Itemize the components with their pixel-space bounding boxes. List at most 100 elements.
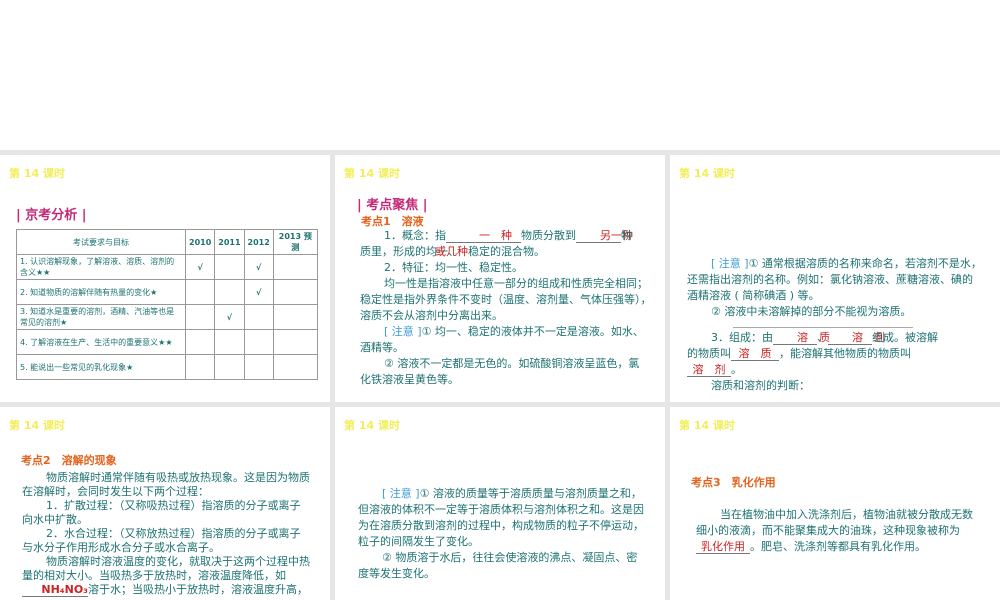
lesson-label: 第 14 课时: [679, 167, 735, 180]
cell: [272, 254, 318, 280]
text: 为在溶质分散到溶剂的过程中，构成物质的粒子不停运动，: [358, 519, 644, 532]
text: 2．特征：均一性、稳定性。: [384, 261, 523, 274]
table-row: 5. 能说出一些常见的乳化现象★: [16, 354, 318, 380]
answer-blank: 溶 质: [773, 332, 830, 345]
text: 。肥皂、洗涤剂等都具有乳化作用。: [750, 540, 926, 553]
note-label: [ 注意 ]: [384, 325, 422, 338]
text: 溶于水；当吸热小于放热时，溶液温度升高，: [88, 583, 308, 596]
text: 与水分子作用形成水合分子或水合离子。: [22, 541, 220, 554]
cell: √: [184, 254, 216, 280]
slide-3[interactable]: 第 14 课时 [ 注意 ]① 通常根据溶质的名称来命名，若溶剂不是水， 还需指…: [670, 155, 1000, 402]
text: 物质溶解时溶液温度的变化，就取决于这两个过程中热: [46, 555, 310, 568]
text: 。: [731, 363, 742, 376]
cell: [184, 279, 216, 305]
text: ① 均一、稳定的液体并不一定是溶液。如水、: [421, 325, 644, 338]
table-row: 4. 了解溶液在生产、生活中的重要意义★★: [16, 329, 318, 355]
slide-2[interactable]: 第 14 课时 | 考点聚焦 | 考点1 溶液 1．概念：指一 种物质分散到 另一…: [335, 155, 665, 402]
text: 粒子的间隔发生了变化。: [358, 535, 479, 548]
text: ② 溶液不一定都是无色的。如硫酸铜溶液呈蓝色，氯: [384, 357, 640, 370]
text: 物质分散到: [521, 229, 576, 242]
header-cell: 2011: [214, 229, 245, 255]
text: 但溶液的体积不一定等于溶质体积与溶剂体积之和。这是因: [358, 503, 644, 516]
blank-area: [0, 0, 1000, 150]
header-cell: 2010: [184, 229, 216, 255]
section-heading: | 考点聚焦 |: [357, 198, 428, 213]
text: 3．组成：由: [711, 331, 773, 344]
lesson-label: 第 14 课时: [9, 419, 65, 432]
answer-text: 或几种: [435, 245, 468, 258]
lesson-label: 第 14 课时: [344, 167, 400, 180]
text: 均一性是指溶液中任意一部分的组成和性质完全相同；: [384, 277, 648, 290]
answer-blank: 另一种: [576, 230, 633, 243]
text: ① 溶液的质量等于溶质质量与溶剂质量之和，: [419, 487, 642, 500]
cell: [272, 354, 318, 380]
text: 在溶解时，会同时发生以下两个过程：: [22, 485, 209, 498]
answer-blank: NH₄NO₃: [22, 584, 88, 597]
cell: 4. 了解溶液在生产、生活中的重要意义★★: [16, 329, 186, 355]
cell: [243, 354, 274, 380]
cell: [272, 279, 318, 305]
topic-heading: 考点2 溶解的现象: [21, 454, 117, 467]
text: 1．概念：指: [384, 229, 446, 242]
cell: √: [243, 254, 274, 280]
lesson-label: 第 14 课时: [9, 167, 65, 180]
text: 化铁溶液呈黄色等。: [360, 373, 459, 386]
text: 1．扩散过程：（又称吸热过程）指溶质的分子或离子: [46, 499, 301, 512]
text: 当在植物油中加入洗涤剂后，植物油就被分散成无数: [720, 508, 973, 521]
answer-blank: 溶 质: [731, 348, 779, 361]
cell: [214, 254, 245, 280]
header-cell: 2012: [243, 229, 274, 255]
answer-blank: 溶 剂: [828, 332, 885, 345]
table-row: 1. 认识溶解现象，了解溶液、溶质、溶剂的含义★★ √ √: [16, 254, 318, 280]
header-cell: 考试要求与目标: [16, 229, 186, 255]
cell: 5. 能说出一些常见的乳化现象★: [16, 354, 186, 380]
table-row: 2. 知道物质的溶解伴随有热量的变化★ √: [16, 279, 318, 305]
text: 量的相对大小。当吸热多于放热时，溶液温度降低，如: [22, 569, 286, 582]
slide-6[interactable]: 第 14 课时 考点3 乳化作用 当在植物油中加入洗涤剂后，植物油就被分散成无数…: [670, 407, 1000, 600]
text: 稳定的混合物。: [468, 245, 545, 258]
cell: [272, 329, 318, 355]
text: 溶质不会从溶剂中分离出来。: [360, 309, 503, 322]
lesson-label: 第 14 课时: [344, 419, 400, 432]
text: 细小的液滴，而不能聚集成大的油珠，这种现象被称为: [696, 524, 960, 537]
text: 酒精等。: [360, 341, 404, 354]
text: 溶质和溶剂的判断：: [711, 379, 810, 392]
section-heading: | 京考分析 |: [16, 208, 87, 223]
cell: √: [243, 279, 274, 305]
slide-5[interactable]: 第 14 课时 [ 注意 ]① 溶液的质量等于溶质质量与溶剂质量之和， 但溶液的…: [335, 407, 665, 600]
text: ，能溶解其他物质的物质叫: [779, 347, 911, 360]
text: ② 物质溶于水后，往往会使溶液的沸点、凝固点、密: [382, 551, 638, 564]
text: ② 溶液中未溶解掉的部分不能视为溶质。: [711, 305, 912, 318]
text: 物: [621, 229, 632, 242]
cell: [184, 329, 216, 355]
text: 、: [817, 331, 828, 344]
text: 2．水合过程：（又称放热过程）指溶质的分子或离子: [46, 527, 301, 540]
answer-blank: 一 种: [446, 230, 521, 243]
slide-4[interactable]: 第 14 课时 考点2 溶解的现象 物质溶解时通常伴随有吸热或放热现象。这是因为…: [0, 407, 330, 600]
answer-blank: 溶 剂: [687, 364, 731, 377]
text: 的物质叫: [687, 347, 731, 360]
cell: [214, 354, 245, 380]
slide-1[interactable]: 第 14 课时 | 京考分析 | 考试要求与目标 2010 2011 2012 2013…: [0, 155, 330, 402]
topic-heading: 考点1 溶液: [361, 215, 424, 228]
table-row: 3. 知道水是重要的溶剂，酒精、汽油等也是常见的溶剂★ √: [16, 304, 318, 330]
text: 稳定性是指外界条件不变时（温度、溶剂量、气体压强等），: [360, 293, 652, 306]
text: ① 通常根据溶质的名称来命名，若溶剂不是水，: [748, 257, 982, 270]
cell: [214, 329, 245, 355]
text: 度等发生变化。: [358, 567, 435, 580]
note-label: [ 注意 ]: [382, 487, 420, 500]
cell: [184, 354, 216, 380]
lesson-label: 第 14 课时: [679, 419, 735, 432]
cell: 1. 认识溶解现象，了解溶液、溶质、溶剂的含义★★: [16, 254, 186, 280]
text: 组成。被溶解: [872, 331, 938, 344]
cell: [243, 329, 274, 355]
text: 酒精溶液 ( 简称碘酒 ) 等。: [687, 289, 820, 302]
cell: [214, 279, 245, 305]
topic-heading: 考点3 乳化作用: [691, 476, 776, 489]
note-label: [ 注意 ]: [711, 257, 749, 270]
text: 向水中扩散。: [22, 513, 88, 526]
cell: √: [214, 304, 245, 330]
text: 还需指出溶剂的名称。例如：氯化钠溶液、蔗糖溶液、碘的: [687, 273, 973, 286]
cell: [184, 304, 216, 330]
cell: 3. 知道水是重要的溶剂，酒精、汽油等也是常见的溶剂★: [16, 304, 186, 330]
